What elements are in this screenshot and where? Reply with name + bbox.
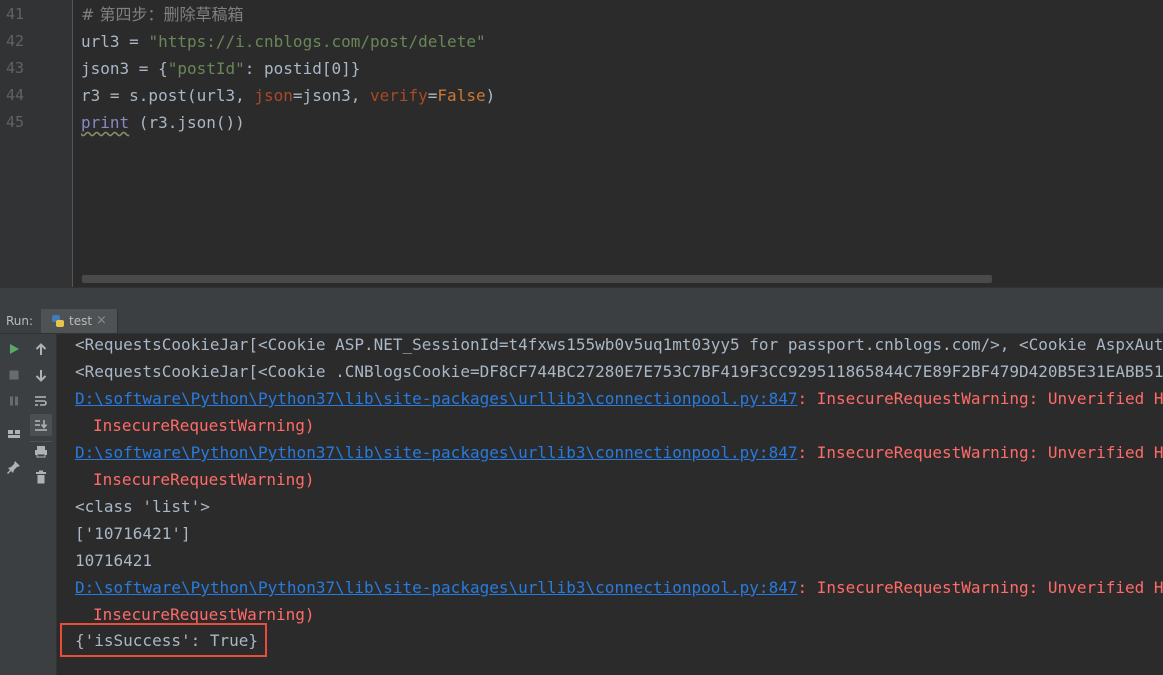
console-warning-line: D:\software\Python\Python37\lib\site-pac… <box>75 574 1163 601</box>
code-param: verify <box>369 86 428 105</box>
file-path-link[interactable]: D:\software\Python\Python37\lib\site-pac… <box>75 389 797 408</box>
python-icon <box>52 315 64 327</box>
code-line-42[interactable]: url3 = "https://i.cnblogs.com/post/delet… <box>81 28 486 55</box>
code-string: "postId" <box>167 59 245 78</box>
code-keyword: False <box>437 86 486 105</box>
scroll-to-end-icon[interactable] <box>30 414 52 436</box>
panel-splitter[interactable] <box>0 287 1163 310</box>
layout-icon[interactable] <box>3 423 25 445</box>
console-output[interactable]: <RequestsCookieJar[<Cookie ASP.NET_Sessi… <box>57 334 1163 675</box>
code-token: r3 = s.post(url3, <box>81 86 255 105</box>
console-warning-line: D:\software\Python\Python37\lib\site-pac… <box>75 385 1163 412</box>
code-token: =json3, <box>292 86 370 105</box>
code-line-45[interactable]: print (r3.json()) <box>81 109 245 136</box>
file-path-link[interactable]: D:\software\Python\Python37\lib\site-pac… <box>75 443 797 462</box>
line-number: 42 <box>6 32 25 50</box>
code-string: "https://i.cnblogs.com/post/delete" <box>148 32 486 51</box>
code-line-44[interactable]: r3 = s.post(url3, json=json3, verify=Fal… <box>81 82 495 109</box>
run-icon[interactable] <box>3 338 25 360</box>
trash-icon[interactable] <box>30 466 52 488</box>
line-number-gutter: 41 42 43 44 45 <box>0 0 73 287</box>
console-warning-line: D:\software\Python\Python37\lib\site-pac… <box>75 439 1163 466</box>
console-line: 10716421 <box>75 551 153 570</box>
code-editor[interactable]: 41 42 43 44 45 # 第四步：删除草稿箱 url3 = "https… <box>0 0 1163 287</box>
horizontal-scrollbar[interactable] <box>82 275 992 283</box>
console-line: <RequestsCookieJar[<Cookie .CNBlogsCooki… <box>75 362 1163 381</box>
code-line-43[interactable]: json3 = {"postId": postid[0]} <box>81 55 360 82</box>
run-toolbar <box>0 334 57 675</box>
code-token: : postid[0]} <box>244 59 361 78</box>
run-tab-test[interactable]: test × <box>41 309 118 333</box>
code-token: (r3.json()) <box>129 113 245 132</box>
print-icon[interactable] <box>30 440 52 462</box>
warning-text: : InsecureRequestWarning: Unverified HTT… <box>797 578 1163 597</box>
up-arrow-icon[interactable] <box>30 338 52 360</box>
warning-text: : InsecureRequestWarning: Unverified HTT… <box>797 443 1163 462</box>
console-line: <class 'list'> <box>75 497 210 516</box>
run-tab-label: test <box>69 314 93 328</box>
down-arrow-icon[interactable] <box>30 364 52 386</box>
console-line: <RequestsCookieJar[<Cookie ASP.NET_Sessi… <box>75 335 1163 354</box>
code-line-41[interactable]: # 第四步：删除草稿箱 <box>81 1 244 28</box>
console-warning-cont: InsecureRequestWarning) <box>93 470 315 489</box>
line-number: 45 <box>6 113 25 131</box>
pin-icon[interactable] <box>3 456 25 478</box>
run-label: Run: <box>6 314 34 328</box>
line-number: 44 <box>6 86 25 104</box>
code-param: json <box>254 86 293 105</box>
console-line: ['10716421'] <box>75 524 191 543</box>
stop-icon[interactable] <box>3 364 25 386</box>
line-number: 41 <box>6 5 25 23</box>
code-comment: # 第四步：删除草稿箱 <box>81 5 244 24</box>
highlight-box <box>60 623 267 657</box>
warning-text: : InsecureRequestWarning: Unverified HTT… <box>797 389 1163 408</box>
code-token: = <box>427 86 438 105</box>
close-icon[interactable]: × <box>96 309 107 333</box>
soft-wrap-icon[interactable] <box>30 390 52 412</box>
line-number: 43 <box>6 59 25 77</box>
file-path-link[interactable]: D:\software\Python\Python37\lib\site-pac… <box>75 578 797 597</box>
run-tool-header: Run: test × <box>0 309 1163 334</box>
code-token: ) <box>485 86 496 105</box>
code-token: url3 = <box>81 32 149 51</box>
pause-icon[interactable] <box>3 390 25 412</box>
code-builtin: print <box>81 113 130 132</box>
code-token: json3 = { <box>81 59 168 78</box>
console-warning-cont: InsecureRequestWarning) <box>93 416 315 435</box>
